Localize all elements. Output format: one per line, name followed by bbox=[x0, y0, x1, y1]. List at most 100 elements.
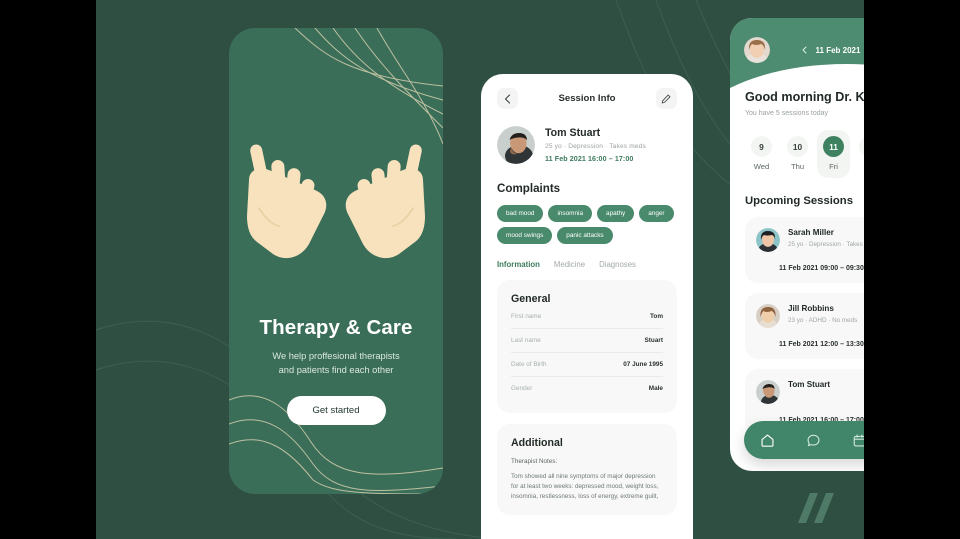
nav-calendar-button[interactable] bbox=[852, 433, 864, 448]
page-title: Therapy & Care bbox=[259, 316, 413, 339]
patient-name: Tom Stuart bbox=[545, 127, 601, 139]
complaint-chip[interactable]: panic attacks bbox=[557, 227, 613, 244]
patient-meta: 23 yo · ADHD · No meds bbox=[788, 317, 858, 324]
greeting-subtitle: You have 5 sessions today bbox=[745, 110, 829, 117]
female-patient-photo-2 bbox=[756, 304, 780, 328]
patient-meta: 25 yo · Depression · Takes meds bbox=[545, 143, 646, 150]
avatar bbox=[756, 304, 780, 328]
row-key: Gender bbox=[511, 385, 533, 392]
tab-information[interactable]: Information bbox=[497, 260, 540, 269]
date-weekday: Wed bbox=[753, 162, 770, 171]
additional-panel: Additional Therapist Notes: Tom showed a… bbox=[497, 424, 677, 515]
male-patient-photo bbox=[497, 126, 535, 164]
edit-button[interactable] bbox=[655, 88, 677, 109]
nav-chat-button[interactable] bbox=[806, 433, 821, 448]
date-strip: 9 Wed 10 Thu 11 Fri 12 Sat bbox=[745, 130, 864, 178]
onboarding-subtitle-line2: and patients find each other bbox=[278, 365, 394, 375]
onboarding-subtitle-line1: We help proffesional therapists bbox=[272, 351, 400, 361]
table-row: Gender Male bbox=[511, 377, 663, 400]
tab-medicine[interactable]: Medicine bbox=[554, 260, 585, 269]
patient-name: Sarah Miller bbox=[788, 228, 834, 237]
complaint-chip[interactable]: bad mood bbox=[497, 205, 544, 222]
doctor-avatar-photo bbox=[744, 37, 770, 63]
home-topbar: 11 Feb 2021 bbox=[730, 18, 864, 82]
greeting-title: Good morning Dr. Kim bbox=[745, 90, 864, 104]
male-patient-photo bbox=[756, 380, 780, 404]
brand-logo-icon bbox=[798, 493, 834, 523]
home-body: Good morning Dr. Kim You have 5 sessions… bbox=[730, 90, 864, 435]
list-item[interactable]: Jill Robbins 23 yo · ADHD · No meds 11 F… bbox=[745, 293, 864, 359]
home-screen: 11 Feb 2021 Good morning Dr. Kim You hav… bbox=[730, 18, 864, 471]
avatar bbox=[497, 126, 535, 164]
date-pill-12[interactable]: 12 Sat bbox=[853, 130, 864, 178]
get-started-button[interactable]: Get started bbox=[286, 396, 386, 425]
therapist-notes-body: Tom showed all nine symptoms of major de… bbox=[511, 473, 659, 500]
date-number: 11 bbox=[823, 136, 844, 157]
calendar-icon bbox=[853, 434, 864, 446]
presentation-backdrop: Therapy & Care We help proffesional ther… bbox=[96, 0, 864, 539]
back-button[interactable] bbox=[497, 88, 518, 109]
date-weekday: Sat bbox=[853, 162, 865, 171]
therapist-notes-label: Therapist Notes: bbox=[511, 458, 558, 465]
date-weekday: Fri bbox=[829, 162, 838, 171]
date-pill-10[interactable]: 10 Thu bbox=[781, 130, 814, 178]
female-patient-photo-1 bbox=[756, 228, 780, 252]
complaint-chip[interactable]: mood swings bbox=[497, 227, 553, 244]
complaints-heading: Complaints bbox=[497, 182, 561, 195]
session-time: 11 Feb 2021 16:00 – 17:00 bbox=[545, 155, 634, 163]
date-pill-11-selected[interactable]: 11 Fri bbox=[817, 130, 850, 178]
patient-name: Tom Stuart bbox=[788, 380, 831, 389]
row-key: First name bbox=[511, 313, 542, 320]
onboarding-subtitle: We help proffesional therapists and pati… bbox=[245, 349, 427, 377]
onboarding-screen: Therapy & Care We help proffesional ther… bbox=[229, 28, 443, 494]
complaint-chip[interactable]: insomnia bbox=[548, 205, 593, 222]
table-row: First name Tom bbox=[511, 305, 663, 329]
session-time: 11 Feb 2021 09:00 – 09:30 bbox=[779, 265, 864, 272]
list-item[interactable]: Sarah Miller 25 yo · Depression · Takes … bbox=[745, 217, 864, 283]
session-info-screen: Session Info Tom Stuart 25 yo · Depressi… bbox=[481, 74, 693, 539]
current-date: 11 Feb 2021 bbox=[815, 45, 861, 55]
upcoming-sessions-heading: Upcoming Sessions bbox=[745, 195, 853, 207]
date-number: 9 bbox=[751, 136, 772, 157]
date-number: 12 bbox=[859, 136, 864, 157]
row-key: Date of Birth bbox=[511, 361, 547, 368]
general-heading: General bbox=[511, 293, 551, 305]
avatar bbox=[756, 228, 780, 252]
row-value: Stuart bbox=[644, 337, 663, 344]
detail-tabs: Information Medicine Diagnoses bbox=[497, 260, 677, 269]
onboarding-copy: Therapy & Care We help proffesional ther… bbox=[229, 316, 443, 425]
chevron-left-icon[interactable] bbox=[802, 46, 807, 54]
session-info-header: Session Info bbox=[497, 88, 677, 109]
patient-name: Jill Robbins bbox=[788, 304, 834, 313]
reaching-hands-illustration bbox=[247, 144, 425, 259]
row-value: 07 June 1995 bbox=[623, 361, 663, 368]
patient-meta: 25 yo · Depression · Takes meds bbox=[788, 241, 864, 248]
date-number: 10 bbox=[787, 136, 808, 157]
date-weekday: Thu bbox=[790, 162, 805, 171]
home-icon bbox=[761, 434, 773, 447]
general-panel: General First name Tom Last name Stuart … bbox=[497, 280, 677, 413]
date-pill-9[interactable]: 9 Wed bbox=[745, 130, 778, 178]
nav-home-button[interactable] bbox=[760, 433, 775, 448]
pencil-icon bbox=[662, 94, 671, 103]
avatar bbox=[756, 380, 780, 404]
screenshot-stage: Therapy & Care We help proffesional ther… bbox=[0, 0, 960, 539]
session-time: 11 Feb 2021 12:00 – 13:30 bbox=[779, 341, 864, 348]
table-row: Last name Stuart bbox=[511, 329, 663, 353]
chevron-left-icon bbox=[504, 93, 511, 104]
bottom-navigation-bar bbox=[744, 421, 864, 459]
patient-summary: Tom Stuart 25 yo · Depression · Takes me… bbox=[497, 126, 677, 164]
complaints-chip-list: bad mood insomnia apathy anger mood swin… bbox=[497, 205, 677, 244]
chat-icon bbox=[807, 434, 819, 446]
avatar[interactable] bbox=[744, 37, 770, 63]
complaint-chip[interactable]: anger bbox=[639, 205, 674, 222]
complaint-chip[interactable]: apathy bbox=[597, 205, 635, 222]
row-value: Tom bbox=[649, 313, 663, 320]
page-title: Session Info bbox=[558, 93, 616, 104]
additional-heading: Additional bbox=[511, 437, 563, 449]
row-value: Male bbox=[648, 385, 663, 392]
row-key: Last name bbox=[511, 337, 541, 344]
date-navigator: 11 Feb 2021 bbox=[778, 46, 864, 55]
table-row: Date of Birth 07 June 1995 bbox=[511, 353, 663, 377]
tab-diagnoses[interactable]: Diagnoses bbox=[599, 260, 636, 269]
